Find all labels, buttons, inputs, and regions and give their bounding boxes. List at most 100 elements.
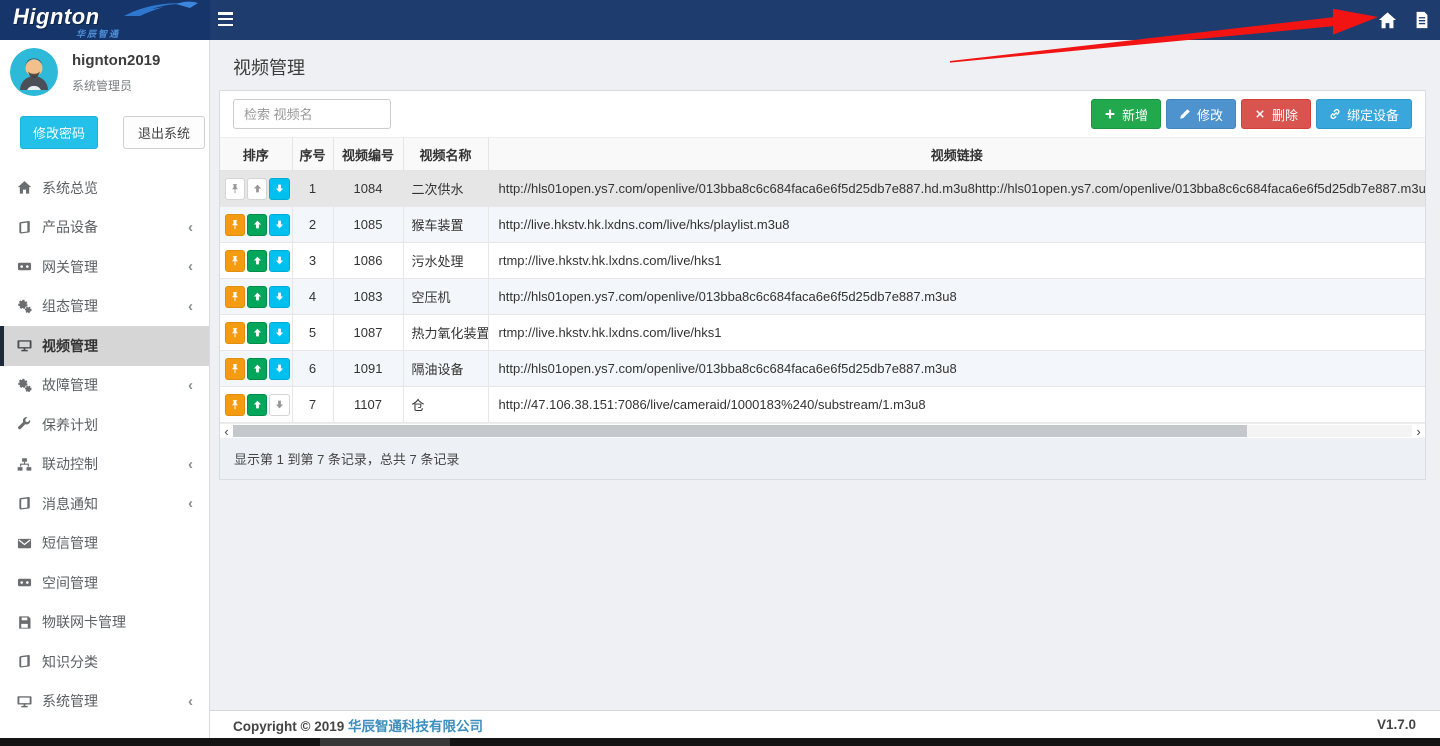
- horizontal-scrollbar[interactable]: ‹ ›: [220, 423, 1425, 438]
- sidebar-item-video-mgmt[interactable]: 视频管理 ‹: [0, 326, 209, 366]
- move-down-button[interactable]: [269, 394, 289, 416]
- pin-button[interactable]: [225, 358, 245, 380]
- table-row[interactable]: 1 1084 二次供水 http://hls01open.ys7.com/ope…: [220, 171, 1425, 207]
- sidebar-item-label: 系统总览: [42, 178, 98, 198]
- move-up-button[interactable]: [247, 394, 267, 416]
- video-name-cell: 污水处理: [403, 243, 488, 279]
- sequence-cell: 5: [292, 315, 333, 351]
- avatar: [10, 48, 58, 96]
- search-input[interactable]: [233, 99, 391, 129]
- sidebar-item-space-mgmt[interactable]: 空间管理 ‹: [0, 563, 209, 603]
- change-password-button[interactable]: 修改密码: [20, 116, 98, 149]
- copyright-text: Copyright © 2019 华辰智通科技有限公司: [233, 715, 483, 735]
- table-row[interactable]: 4 1083 空压机 http://hls01open.ys7.com/open…: [220, 279, 1425, 315]
- move-up-button[interactable]: [247, 214, 267, 236]
- chevron-left-icon: ‹: [188, 693, 193, 710]
- move-up-button[interactable]: [247, 250, 267, 272]
- sidebar-item-message-notify[interactable]: 消息通知 ‹: [0, 484, 209, 524]
- move-up-button[interactable]: [247, 322, 267, 344]
- monitor-icon: [15, 338, 33, 353]
- scroll-left-button[interactable]: ‹: [220, 424, 233, 438]
- brand-logo[interactable]: Hignton 华辰智通: [0, 0, 210, 40]
- pin-button[interactable]: [225, 286, 245, 308]
- move-down-button[interactable]: [269, 322, 289, 344]
- move-down-button[interactable]: [269, 178, 289, 200]
- sidebar-item-product-device[interactable]: 产品设备 ‹: [0, 208, 209, 248]
- user-actions: 修改密码 退出系统: [20, 116, 209, 149]
- sort-cell: [220, 387, 292, 423]
- home-icon[interactable]: [1378, 11, 1397, 30]
- sidebar-item-system-overview[interactable]: 系统总览 ‹: [0, 168, 209, 208]
- sidebar: hignton2019 系统管理员 修改密码 退出系统 系统总览 ‹ 产品设备 …: [0, 40, 210, 738]
- pin-button[interactable]: [225, 178, 245, 200]
- sidebar-item-maintenance-plan[interactable]: 保养计划 ‹: [0, 405, 209, 445]
- version-label: V1.7.0: [1377, 717, 1416, 732]
- move-down-button[interactable]: [269, 214, 289, 236]
- sidebar-item-linkage-control[interactable]: 联动控制 ‹: [0, 445, 209, 485]
- sidebar-item-fault-mgmt[interactable]: 故障管理 ‹: [0, 366, 209, 406]
- home-icon: [15, 180, 33, 195]
- pin-button[interactable]: [225, 214, 245, 236]
- pin-button[interactable]: [225, 394, 245, 416]
- logout-button[interactable]: 退出系统: [123, 116, 205, 149]
- table-row[interactable]: 7 1107 仓 http://47.106.38.151:7086/live/…: [220, 387, 1425, 423]
- video-code-cell: 1087: [333, 315, 403, 351]
- sort-cell: [220, 207, 292, 243]
- save-icon: [15, 615, 33, 630]
- video-code-cell: 1084: [333, 171, 403, 207]
- bind-device-button[interactable]: 绑定设备: [1316, 99, 1412, 129]
- move-up-button[interactable]: [247, 358, 267, 380]
- move-up-button[interactable]: [247, 178, 267, 200]
- table-row[interactable]: 5 1087 热力氧化装置 rtmp://live.hkstv.hk.lxdns…: [220, 315, 1425, 351]
- pin-button[interactable]: [225, 250, 245, 272]
- sequence-cell: 3: [292, 243, 333, 279]
- move-up-button[interactable]: [247, 286, 267, 308]
- add-button[interactable]: 新增: [1091, 99, 1161, 129]
- move-down-button[interactable]: [269, 250, 289, 272]
- column-header-url: 视频链接: [488, 138, 1425, 171]
- edit-button-label: 修改: [1197, 105, 1223, 124]
- envelope-icon: [15, 536, 33, 551]
- cogs-icon: [15, 378, 33, 393]
- sort-cell: [220, 351, 292, 387]
- video-url-cell: http://hls01open.ys7.com/openlive/013bba…: [488, 171, 1425, 207]
- scrollbar-thumb[interactable]: [233, 425, 1247, 437]
- column-header-name: 视频名称: [403, 138, 488, 171]
- edit-button[interactable]: 修改: [1166, 99, 1236, 129]
- sidebar-item-config-mgmt[interactable]: 组态管理 ‹: [0, 287, 209, 327]
- table-row[interactable]: 3 1086 污水处理 rtmp://live.hkstv.hk.lxdns.c…: [220, 243, 1425, 279]
- add-button-label: 新增: [1122, 105, 1148, 124]
- book-icon: [15, 496, 33, 511]
- wrench-icon: [15, 417, 33, 432]
- sequence-cell: 1: [292, 171, 333, 207]
- table-row[interactable]: 2 1085 猴车装置 http://live.hkstv.hk.lxdns.c…: [220, 207, 1425, 243]
- sidebar-item-gateway-mgmt[interactable]: 网关管理 ‹: [0, 247, 209, 287]
- sidebar-menu: 系统总览 ‹ 产品设备 ‹ 网关管理 ‹ 组态管理 ‹ 视频管理 ‹ 故障管理 …: [0, 168, 209, 721]
- sidebar-item-label: 短信管理: [42, 533, 98, 553]
- sidebar-item-label: 网关管理: [42, 257, 98, 277]
- sidebar-item-knowledge-class[interactable]: 知识分类 ‹: [0, 642, 209, 682]
- delete-button[interactable]: 删除: [1241, 99, 1311, 129]
- book-icon: [15, 220, 33, 235]
- scroll-right-button[interactable]: ›: [1412, 424, 1425, 438]
- sidebar-item-iot-card-mgmt[interactable]: 物联网卡管理 ‹: [0, 603, 209, 643]
- company-link[interactable]: 华辰智通科技有限公司: [348, 719, 483, 734]
- video-name-cell: 二次供水: [403, 171, 488, 207]
- bottom-dark-bar: [0, 738, 1440, 746]
- scrollbar-track[interactable]: [233, 425, 1412, 437]
- document-icon[interactable]: [1414, 11, 1430, 29]
- sidebar-item-sms-mgmt[interactable]: 短信管理 ‹: [0, 524, 209, 564]
- sidebar-toggle-button[interactable]: [218, 12, 233, 26]
- pin-button[interactable]: [225, 322, 245, 344]
- chevron-left-icon: ‹: [188, 258, 193, 275]
- footer: Copyright © 2019 华辰智通科技有限公司 V1.7.0: [210, 710, 1440, 738]
- cogs-icon: [15, 299, 33, 314]
- table-row[interactable]: 6 1091 隔油设备 http://hls01open.ys7.com/ope…: [220, 351, 1425, 387]
- move-down-button[interactable]: [269, 358, 289, 380]
- sidebar-item-label: 消息通知: [42, 494, 98, 514]
- plus-icon: [1104, 108, 1116, 120]
- chevron-left-icon: ‹: [188, 377, 193, 394]
- sidebar-item-system-mgmt[interactable]: 系统管理 ‹: [0, 682, 209, 722]
- move-down-button[interactable]: [269, 286, 289, 308]
- video-url-cell: rtmp://live.hkstv.hk.lxdns.com/live/hks1: [488, 315, 1425, 351]
